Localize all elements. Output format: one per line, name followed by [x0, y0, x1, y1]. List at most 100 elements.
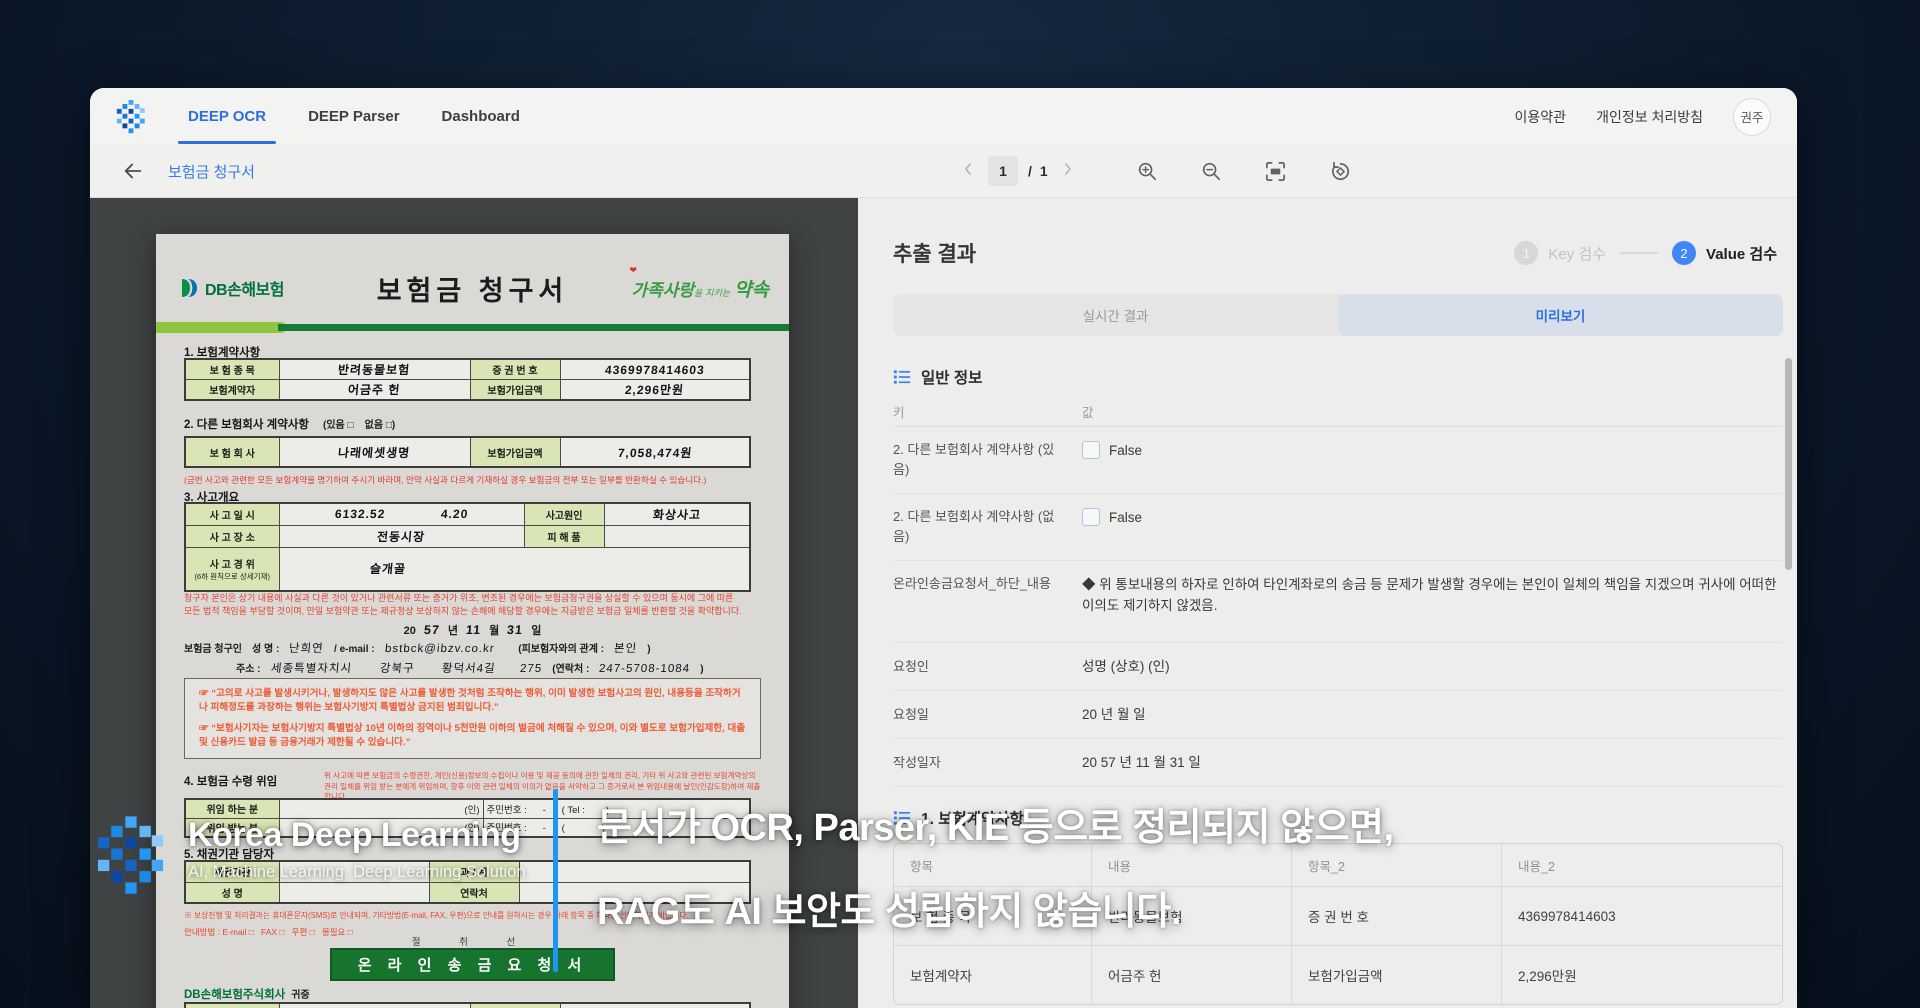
- form-cell: 보험가입금액: [469, 436, 561, 468]
- doc-contract-table: 보 험 종 목 반려동물보험 증 권 번 호 4369978414603 보험계…: [184, 358, 751, 401]
- grid-header-cell: 내용_2: [1501, 844, 1782, 886]
- doc-addressee: DB손해보험주식회사 귀중: [184, 989, 310, 1001]
- zoom-in-button[interactable]: [1136, 160, 1158, 182]
- step-1-label: Key 검수: [1548, 245, 1607, 263]
- doc-section2-note: (금번 사고와 관련한 모든 보험계약을 명기하여 주시기 바라며, 만약 사실…: [184, 475, 707, 485]
- form-cell: 2,296만원: [559, 379, 751, 401]
- privacy-link[interactable]: 개인정보 처리방침: [1596, 107, 1703, 127]
- subtitle-line-2: RAG도 AI 보안도 성립하지 않습니다.: [597, 891, 1181, 933]
- chevron-right-icon: [1064, 162, 1071, 175]
- form-cell: 6132.52 4.20: [278, 502, 525, 526]
- top-links: 이용약관 개인정보 처리방침 권주: [1515, 97, 1771, 136]
- form-cell: 보 험 종 목: [184, 358, 280, 380]
- panel-title: 추출 결과: [893, 243, 977, 266]
- doc-account-table: 계 좌 번 호 은 행 명: [184, 1002, 751, 1008]
- magnifier-plus-icon: [1138, 162, 1157, 181]
- form-cell: 사고원인: [523, 502, 605, 526]
- grid-cell: 보험계약자: [910, 969, 973, 984]
- key-column-header: 키: [893, 405, 905, 420]
- form-cell: 사 고 장 소: [184, 524, 280, 548]
- doc-date-line: 20 57 년 11 월 31 일: [403, 623, 542, 637]
- fit-screen-button[interactable]: [1264, 160, 1287, 183]
- rotate-button[interactable]: [1329, 160, 1352, 183]
- grid-cell: 보험가입금액: [1291, 946, 1501, 1004]
- user-avatar[interactable]: 권주: [1733, 97, 1771, 136]
- subtitle-line-1: 문서가 OCR, Parser, KIE 등으로 정리되지 않으면,: [597, 807, 1394, 849]
- doc-accident-table: 사 고 일 시 6132.52 4.20 사고원인 화상사고 사 고 장 소 전동…: [184, 502, 751, 592]
- form-cell: 나래에셋생명: [278, 436, 471, 468]
- tab-deep-ocr[interactable]: DEEP OCR: [177, 108, 277, 144]
- page-count: /1: [1028, 163, 1048, 179]
- panel-header: 추출 결과 1 Key 검수 2 Value 검수: [893, 238, 1783, 268]
- form-cell: 증 권 번 호: [469, 358, 561, 380]
- tab-realtime-result[interactable]: 실시간 결과: [893, 294, 1338, 336]
- kv-key: 요청일: [893, 706, 929, 722]
- back-button[interactable]: [122, 160, 144, 182]
- terms-link[interactable]: 이용약관: [1515, 107, 1567, 127]
- tab-preview[interactable]: 미리보기: [1338, 294, 1783, 336]
- video-subtitle: 문서가 OCR, Parser, KIE 등으로 정리되지 않으면, RAG도 …: [597, 786, 1394, 954]
- chevron-left-icon: [965, 162, 971, 175]
- kv-row[interactable]: 작성일자 20 57 년 11 월 31 일: [893, 739, 1783, 787]
- form-cell: 4369978414603: [559, 358, 751, 380]
- kv-value: False: [1109, 443, 1143, 458]
- viewer-tools: [1136, 160, 1352, 183]
- form-cell: [278, 1002, 471, 1008]
- breadcrumb-document-title[interactable]: 보험금 청구서: [168, 161, 255, 182]
- doc-section3-warning: 청구자 본인은 상기 내용에 사실과 다른 것이 있거나 관련서류 또는 증거가…: [184, 593, 742, 616]
- form-cell: 반려동물보험: [278, 358, 471, 380]
- brand-tagline: AI, Machine Learning, Deep Learning Solu…: [188, 863, 526, 881]
- kv-column-headers: 키 값: [893, 396, 1783, 427]
- kv-value: ◆ 위 통보내용의 하자로 인하여 타인계좌로의 송금 등 문제가 발생할 경우…: [1082, 577, 1777, 613]
- form-cell: 슬개골: [278, 546, 751, 592]
- step-2-label: Value 검수: [1706, 245, 1777, 263]
- tab-dashboard[interactable]: Dashboard: [442, 108, 520, 125]
- grid-cell: 4369978414603: [1501, 887, 1782, 945]
- current-page-input[interactable]: 1: [988, 156, 1018, 186]
- form-cell: [603, 524, 751, 548]
- kv-key: 요청인: [893, 658, 929, 674]
- value-checkbox[interactable]: [1082, 508, 1100, 526]
- form-cell: 화상사고: [603, 502, 751, 526]
- kv-key: 2. 다른 보험회사 계약사항 (없음): [893, 509, 1055, 544]
- review-stepper: 1 Key 검수 2 Value 검수: [1514, 241, 1777, 265]
- value-column-header: 값: [1082, 405, 1094, 420]
- next-page-button[interactable]: [1058, 159, 1078, 184]
- form-cell: 전동시장: [278, 524, 525, 548]
- kv-row[interactable]: 2. 다른 보험회사 계약사항 (없음) False: [893, 494, 1783, 561]
- doc-claimant-line: 보험금 청구인 성 명 : 난희연 / e-mail : bstbck@ibzv.co…: [184, 643, 651, 655]
- brand-text-block: Korea Deep Learning AI, Machine Learning…: [188, 816, 526, 882]
- kv-row[interactable]: 온라인송금요청서_하단_내용 ◆ 위 통보내용의 하자로 인하여 타인계좌로의 …: [893, 561, 1783, 643]
- kv-row[interactable]: 2. 다른 보험회사 계약사항 (있음) False: [893, 427, 1783, 494]
- kv-value: 성명 (상호) (인): [1082, 659, 1170, 674]
- doc-header: DB손해보험 보험금 청구서 ❤ 가족사랑을 지키는 약속: [176, 262, 769, 314]
- heart-icon: ❤: [629, 265, 638, 276]
- document-toolbar: 보험금 청구서 1 /1: [90, 145, 1797, 198]
- arrow-left-icon: [124, 163, 142, 179]
- tab-deep-parser[interactable]: DEEP Parser: [308, 108, 399, 125]
- form-cell: [559, 1002, 751, 1008]
- general-info-title: 일반 정보: [921, 370, 983, 387]
- panel-scrollbar[interactable]: [1785, 358, 1792, 570]
- prev-page-button[interactable]: [958, 159, 978, 184]
- form-cell: 보 험 회 사: [184, 436, 280, 468]
- value-checkbox[interactable]: [1082, 441, 1100, 459]
- kv-row[interactable]: 요청일 20 년 월 일: [893, 691, 1783, 739]
- top-navbar: DEEP OCR DEEP Parser Dashboard 이용약관 개인정보…: [90, 88, 1797, 145]
- app-logo-icon: [116, 99, 145, 133]
- page-navigation: 1 /1: [958, 156, 1078, 186]
- magnifier-minus-icon: [1202, 162, 1221, 181]
- fit-screen-icon: [1266, 161, 1285, 181]
- nav-tabs: DEEP OCR DEEP Parser Dashboard: [177, 88, 520, 145]
- kv-key: 2. 다른 보험회사 계약사항 (있음): [893, 442, 1055, 477]
- result-tabs: 실시간 결과 미리보기: [893, 294, 1783, 336]
- brand-name: Korea Deep Learning: [188, 816, 521, 854]
- step-1-circle: 1: [1514, 241, 1539, 265]
- stepper-connector: [1620, 252, 1659, 254]
- zoom-out-button[interactable]: [1200, 160, 1222, 182]
- form-cell: 사 고 일 시: [184, 502, 280, 526]
- form-cell: 보험가입금액: [469, 379, 561, 401]
- kv-row[interactable]: 요청인 성명 (상호) (인): [893, 643, 1783, 691]
- doc-address-line: 주소 : 세종특별자치시 강북구 황덕서4길 275 (연락처 :247-5708-1…: [236, 663, 704, 675]
- kv-key: 온라인송금요청서_하단_내용: [893, 576, 1051, 591]
